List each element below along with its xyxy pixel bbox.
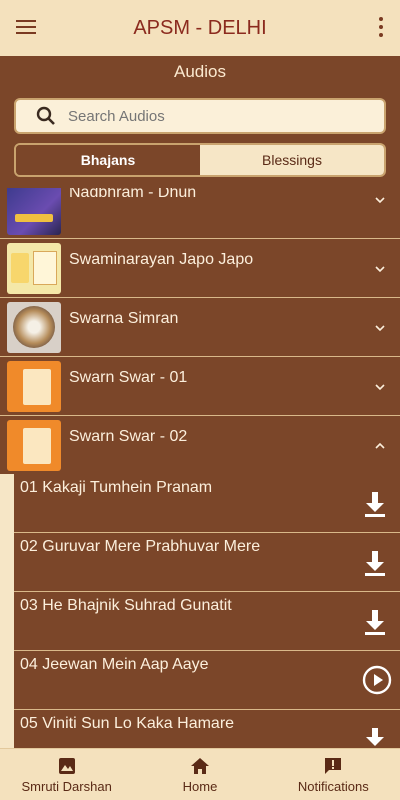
nav-home[interactable]: Home: [133, 749, 266, 800]
nav-label: Smruti Darshan: [21, 778, 112, 794]
nav-label: Notifications: [297, 778, 369, 794]
download-icon[interactable]: [362, 549, 388, 577]
bottom-navigation: Smruti Darshan Home Notifications: [0, 748, 400, 800]
track-title: 02 Guruvar Mere Prabhuvar Mere: [20, 538, 261, 555]
app-bar: APSM - DELHI: [0, 0, 400, 56]
nav-notifications[interactable]: Notifications: [267, 749, 400, 800]
album-thumbnail: [7, 361, 61, 412]
gallery-icon: [58, 757, 75, 774]
play-icon[interactable]: [362, 665, 392, 695]
album-thumbnail: [7, 243, 61, 294]
album-thumbnail: [7, 302, 61, 353]
album-row[interactable]: Swaminarayan Japo Japo: [0, 239, 400, 298]
album-title: Swarn Swar - 02: [69, 428, 188, 445]
tab-bhajans[interactable]: Bhajans: [16, 145, 200, 175]
tab-bar: Bhajans Blessings: [14, 143, 386, 177]
track-row[interactable]: 04 Jeewan Mein Aap Aaye: [14, 651, 400, 710]
chevron-down-icon[interactable]: [374, 322, 386, 334]
menu-icon[interactable]: [16, 17, 36, 37]
album-row-expanded[interactable]: Swarn Swar - 02: [0, 416, 400, 475]
chevron-down-icon[interactable]: [374, 194, 386, 206]
album-title: Swarn Swar - 01: [69, 369, 188, 386]
track-row[interactable]: 03 He Bhajnik Suhrad Gunatit: [14, 592, 400, 651]
album-title: Swaminarayan Japo Japo: [69, 251, 254, 268]
chevron-down-icon[interactable]: [374, 381, 386, 393]
chevron-up-icon[interactable]: [374, 440, 386, 452]
track-title: 04 Jeewan Mein Aap Aaye: [20, 656, 209, 673]
track-title: 01 Kakaji Tumhein Pranam: [20, 479, 213, 496]
app-title: APSM - DELHI: [133, 16, 267, 39]
nav-label: Home: [182, 778, 218, 794]
album-thumbnail: [7, 420, 61, 471]
notification-icon: [325, 757, 342, 774]
tab-blessings[interactable]: Blessings: [200, 145, 384, 175]
track-row[interactable]: 01 Kakaji Tumhein Pranam: [14, 474, 400, 533]
track-indent: [0, 474, 14, 748]
download-icon[interactable]: [362, 490, 388, 518]
track-title: 05 Viniti Sun Lo Kaka Hamare: [20, 715, 235, 732]
more-options-icon[interactable]: [378, 17, 384, 37]
search-bar[interactable]: [14, 98, 386, 134]
section-title: Audios: [0, 56, 400, 88]
album-title: Swarna Simran: [69, 310, 179, 327]
album-title: Nadbhram - Dhun: [69, 188, 197, 201]
chevron-down-icon[interactable]: [374, 263, 386, 275]
album-row[interactable]: Swarn Swar - 01: [0, 357, 400, 416]
track-title: 03 He Bhajnik Suhrad Gunatit: [20, 597, 232, 614]
search-input[interactable]: [68, 107, 348, 125]
nav-smruti-darshan[interactable]: Smruti Darshan: [0, 749, 133, 800]
album-row[interactable]: Nadbhram - Dhun: [0, 188, 400, 239]
track-row[interactable]: 05 Viniti Sun Lo Kaka Hamare: [14, 710, 400, 748]
download-icon[interactable]: [362, 726, 388, 748]
download-icon[interactable]: [362, 608, 388, 636]
search-icon: [36, 106, 55, 125]
track-row[interactable]: 02 Guruvar Mere Prabhuvar Mere: [14, 533, 400, 592]
album-thumbnail: [7, 188, 61, 235]
home-icon: [190, 757, 209, 774]
album-row[interactable]: Swarna Simran: [0, 298, 400, 357]
